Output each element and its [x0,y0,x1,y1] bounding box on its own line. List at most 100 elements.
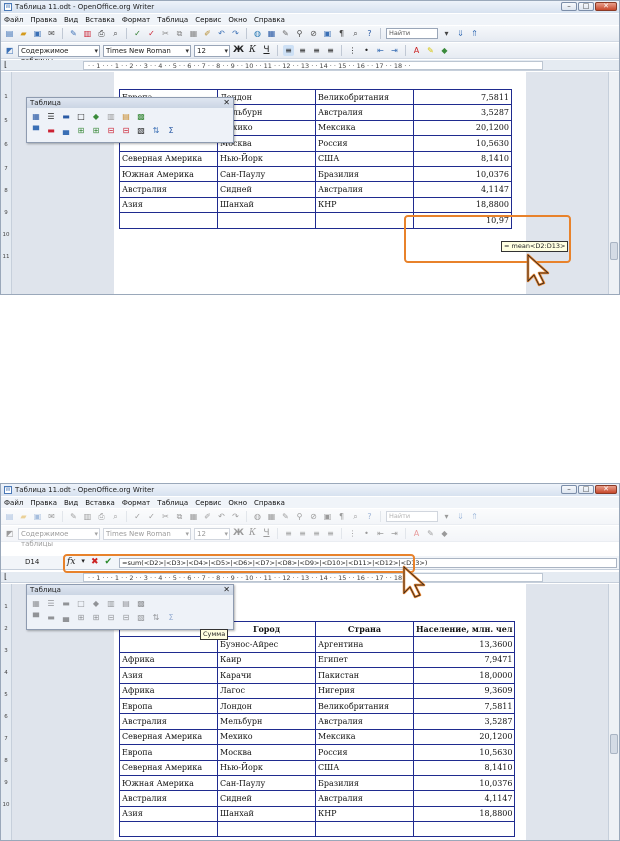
bullets-icon[interactable]: • [361,528,372,539]
table-cell[interactable]: Мексика [315,728,414,746]
table-cell[interactable]: Бразилия [315,165,414,183]
background-color-icon[interactable]: ◆ [439,528,450,539]
decrease-indent-icon[interactable]: ⇤ [375,528,386,539]
table-cell[interactable]: Мексика [315,119,414,137]
table-background-icon[interactable]: ◆ [90,111,102,122]
sum-icon[interactable]: Σ [165,612,177,623]
redo-icon[interactable]: ↷ [230,28,241,39]
table-icon[interactable]: ▦ [266,511,277,522]
open-folder-icon[interactable]: ▰ [18,511,29,522]
menu-table[interactable]: Таблица [157,499,188,507]
print-icon[interactable]: ⎙ [96,28,107,39]
print-preview-icon[interactable]: ⌕ [110,28,121,39]
delete-column-icon[interactable]: ⊟ [120,125,132,136]
underline-button[interactable]: Ч [261,528,272,539]
find-next-icon[interactable]: ⇓ [455,28,466,39]
align-top-icon[interactable]: ▀ [30,125,42,136]
font-name-select[interactable]: Times New Roman [103,44,191,57]
maximize-button[interactable]: □ [578,2,594,11]
table-cell[interactable]: Сидней [217,790,316,807]
horizontal-ruler[interactable]: ⌊ · · 1 · · · 1 · · 2 · · 3 · · 4 · · 5 … [1,572,619,583]
minimize-button[interactable]: – [561,2,577,11]
table-cell[interactable]: 7,5811 [413,88,512,106]
table-toolbar-close-button[interactable]: ✕ [223,98,230,108]
find-replace-icon[interactable]: ⚲ [294,28,305,39]
close-button[interactable]: ✕ [595,2,617,11]
menu-insert[interactable]: Вставка [85,499,115,507]
menu-table[interactable]: Таблица [157,16,188,24]
table-cell[interactable] [217,821,316,838]
cut-icon[interactable]: ✂ [160,511,171,522]
table-cell[interactable]: США [315,759,414,776]
align-center-icon[interactable]: ≡ [297,528,308,539]
align-center-vert-icon[interactable]: ▬ [45,125,57,136]
save-icon[interactable]: ▣ [32,28,43,39]
table-cell[interactable]: 7,5811 [412,697,516,715]
table-cell[interactable]: 18,8800 [413,196,512,214]
table-cell[interactable]: Нью-Йорк [217,759,316,776]
table-cell[interactable]: Нигерия [315,682,414,699]
paste-icon[interactable]: ▦ [188,28,199,39]
column-header[interactable]: Страна [315,620,414,638]
align-center-vert-icon[interactable]: ▬ [45,612,57,623]
increase-indent-icon[interactable]: ⇥ [389,45,400,56]
table-cell[interactable]: 7,9471 [412,651,516,669]
gallery-icon[interactable]: ▣ [322,28,333,39]
table-cell[interactable]: Шанхай [217,196,316,214]
align-center-icon[interactable]: ≡ [297,45,308,56]
align-bottom-icon[interactable]: ▄ [60,125,72,136]
table-cell[interactable]: Пакистан [315,667,414,684]
autospell-icon[interactable]: ✓ [146,511,157,522]
copy-icon[interactable]: ⧉ [174,511,185,522]
scroll-thumb[interactable] [610,242,618,260]
merge-cells-icon[interactable]: ▥ [105,598,117,609]
table-cell[interactable]: Сан-Паулу [217,165,316,183]
draw-functions-icon[interactable]: ✎ [280,28,291,39]
table-cell[interactable]: 3,5287 [413,104,512,121]
find-next-icon[interactable]: ⇓ [455,511,466,522]
edit-mode-icon[interactable]: ✎ [68,28,79,39]
table-cell[interactable]: Сидней [217,181,316,198]
table-icon[interactable]: ▦ [266,28,277,39]
table-cell[interactable] [119,821,218,838]
menu-file[interactable]: Файл [4,16,23,24]
table-cell[interactable]: Москва [217,744,316,761]
italic-button[interactable]: К [247,45,258,56]
numbering-icon[interactable]: ⋮ [347,45,358,56]
table-cell[interactable]: Австралия [315,104,414,121]
borders-icon[interactable]: □ [75,111,87,122]
table-cell[interactable]: 10,0376 [412,774,516,792]
line-color-icon[interactable]: ▬ [60,111,72,122]
email-icon[interactable]: ✉ [46,28,57,39]
nonprinting-chars-icon[interactable]: ¶ [336,28,347,39]
table-cell[interactable]: 10,5630 [413,135,512,152]
table-cell[interactable]: 4,1147 [413,181,512,198]
cut-icon[interactable]: ✂ [160,28,171,39]
menu-view[interactable]: Вид [64,499,78,507]
find-dropdown-icon[interactable]: ▾ [441,28,452,39]
bold-button[interactable]: Ж [233,528,244,539]
select-table-icon[interactable]: ▧ [135,612,147,623]
font-name-select[interactable]: Times New Roman [103,527,191,540]
column-header[interactable]: Население, млн. чел [412,620,516,638]
table-cell[interactable]: 13,3600 [412,636,516,653]
navigator-icon[interactable]: ⊘ [308,28,319,39]
insert-row-icon[interactable]: ⊞ [75,612,87,623]
optimize-icon[interactable]: ▩ [135,598,147,609]
table-background-icon[interactable]: ◆ [90,598,102,609]
table-cell[interactable]: Северная Америка [119,759,218,776]
table-cell[interactable] [315,821,414,838]
font-color-icon[interactable]: A [411,528,422,539]
table-cell[interactable]: Каир [217,651,316,669]
styles-icon[interactable]: ◩ [4,45,15,56]
export-pdf-icon[interactable]: ▥ [82,28,93,39]
tab-stop-icon[interactable]: ⌊ [4,572,7,581]
font-size-select[interactable]: 12 [194,527,230,540]
table-cell[interactable]: Сан-Паулу [217,774,316,792]
bullets-icon[interactable]: • [361,45,372,56]
format-paintbrush-icon[interactable]: ✐ [202,511,213,522]
line-style-icon[interactable]: ☰ [45,111,57,122]
table-cell[interactable]: Австралия [315,790,414,807]
table-cell[interactable]: 8,1410 [413,150,512,167]
print-preview-icon[interactable]: ⌕ [110,511,121,522]
